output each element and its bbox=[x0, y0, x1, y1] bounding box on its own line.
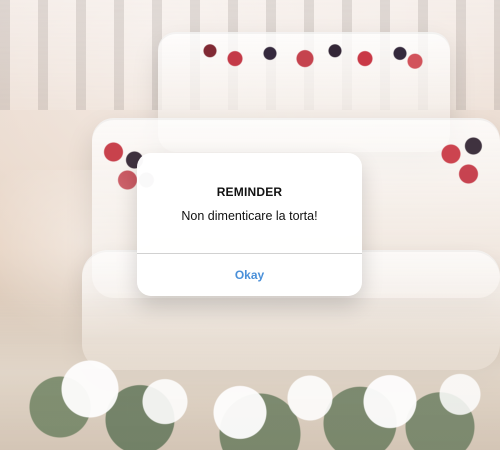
alert-title: REMINDER bbox=[216, 185, 283, 199]
alert-dialog: REMINDER Non dimenticare la torta! Okay bbox=[137, 153, 362, 296]
alert-message: Non dimenticare la torta! bbox=[181, 209, 318, 223]
flower-arrangement bbox=[0, 290, 500, 450]
okay-button[interactable]: Okay bbox=[137, 254, 362, 296]
alert-content: REMINDER Non dimenticare la torta! bbox=[137, 153, 362, 253]
berries-right bbox=[430, 118, 500, 198]
berries-top bbox=[185, 30, 435, 82]
